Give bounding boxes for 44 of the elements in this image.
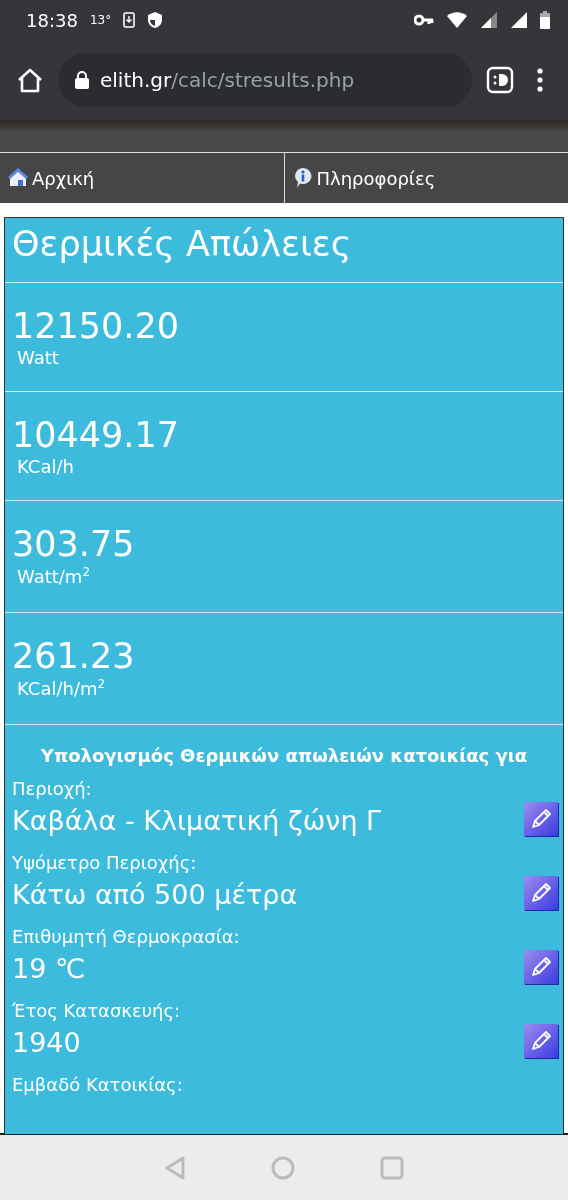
result-unit: KCal/h/m$^{2}$ [16,677,106,699]
edit-button[interactable] [524,802,558,836]
result-value: 12150.20 [12,305,179,347]
shield-icon [147,11,164,29]
parameter-label: Υψόμετρο Περιοχής: [12,851,197,875]
signal-icon [480,11,498,29]
info-bubble-icon [292,167,313,189]
pencil-icon [529,1029,553,1053]
result-value: 10449.17 [12,414,179,456]
parameter-value: 1940 [12,1026,81,1060]
result-unit: Watt/m$^{2}$ [16,565,91,587]
house-icon [8,168,28,188]
url-text: elith.gr/calc/stresults.php [100,68,355,92]
parameter-value: Κάτω από 500 μέτρα [12,878,298,912]
smiley-badge-icon[interactable] [486,66,514,94]
signal-icon [510,11,528,29]
key-icon [414,14,434,26]
phone-download-icon [123,12,136,28]
home-icon[interactable] [16,66,44,94]
parameter-label: Εμβαδό Κατοικίας: [12,1073,183,1097]
edit-button[interactable] [524,876,558,910]
result-unit: KCal/h [16,456,74,477]
result-unit: Watt [16,347,59,368]
parameters-heading: Υπολογισμός Θερμικών απωλειών κατοικίας για [39,744,529,768]
nav-link[interactable]: Πληροφορίες [284,153,568,203]
address-bar[interactable]: elith.gr/calc/stresults.php [58,53,472,107]
results-title: Θερμικές Απώλειες [5,218,563,283]
parameter-value: 19 ℃ [12,952,86,986]
pencil-icon [529,881,553,905]
battery-icon [540,11,550,29]
parameter-label: Περιοχή: [12,777,92,801]
parameter-label: Έτος Κατασκευής: [12,999,181,1023]
lock-icon [74,70,90,90]
parameter-label: Επιθυμητή Θερμοκρασία: [12,925,240,949]
result-value: 303.75 [12,523,135,565]
wifi-icon [446,11,468,29]
result-value: 261.23 [12,635,135,677]
weather-temperature: 13° [89,13,112,27]
edit-button[interactable] [524,950,558,984]
pencil-icon [529,807,553,831]
status-time: 18:38 [26,9,78,31]
parameter-value: Καβάλα - Κλιματική ζώνη Γ [12,804,382,838]
edit-button[interactable] [524,1024,558,1058]
pencil-icon [529,955,553,979]
